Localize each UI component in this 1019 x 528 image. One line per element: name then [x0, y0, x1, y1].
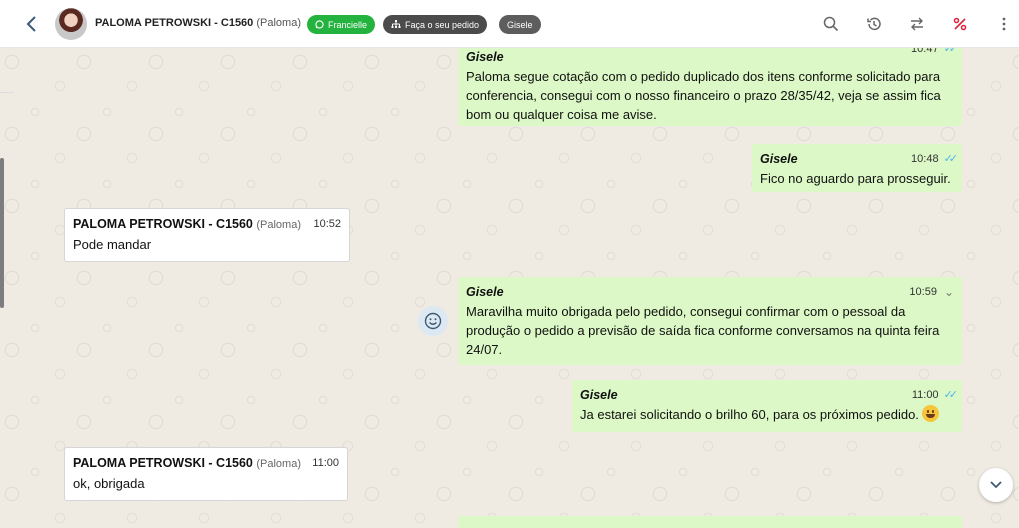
message-sender-nick: (Paloma) [256, 219, 301, 231]
message-text: ok, obrigada [73, 476, 145, 491]
message-time: 11:00 [911, 389, 939, 401]
chat-area[interactable]: Gisele 10:47 ✓✓ Paloma segue cotação com… [0, 48, 1019, 528]
message-meta: 11:00 ✓✓ [911, 386, 959, 405]
message-incoming[interactable]: PALOMA PETROWSKI - C1560 (Paloma) 10:52 … [64, 208, 350, 262]
double-check-icon: ✓✓ [943, 389, 959, 401]
message-sender: PALOMA PETROWSKI - C1560 (Paloma) [73, 454, 339, 474]
message-time: 10:52 [313, 218, 341, 230]
message-sender-name: PALOMA PETROWSKI - C1560 [73, 217, 253, 231]
message-sender: PALOMA PETROWSKI - C1560 (Paloma) [73, 215, 341, 235]
grinning-face-emoji [921, 405, 939, 422]
message-outgoing-partial[interactable] [458, 516, 962, 528]
history-button[interactable] [864, 14, 884, 34]
double-check-icon: ✓✓ [943, 153, 959, 165]
search-icon [823, 16, 839, 32]
message-sender: Gisele [466, 50, 504, 64]
discount-button[interactable] [950, 14, 970, 34]
message-text: Ja estarei solicitando o brilho 60, para… [580, 407, 919, 422]
message-time: 11:00 [312, 457, 339, 469]
more-options-button[interactable] [994, 14, 1014, 34]
message-meta: 10:59 ⌄ [909, 283, 954, 302]
divider [0, 92, 14, 93]
message-text: Pode mandar [73, 237, 152, 252]
message-sender: Gisele [466, 285, 504, 299]
message-meta: 10:52 [313, 215, 341, 234]
whatsapp-tag-label: Francielle [328, 19, 368, 30]
chevron-left-icon [26, 16, 36, 32]
reaction-button[interactable] [418, 306, 448, 336]
order-tag[interactable]: Faça o seu pedido [383, 15, 488, 34]
message-time: 10:47 [911, 48, 939, 55]
message-text-wrap: Ja estarei solicitando o brilho 60, para… [580, 405, 954, 424]
message-sender-nick: (Paloma) [256, 458, 301, 470]
back-button[interactable] [20, 12, 44, 36]
history-icon [867, 17, 881, 31]
contact-name[interactable]: PALOMA PETROWSKI - C1560 (Paloma) [95, 17, 301, 29]
contact-nick: (Paloma) [256, 17, 301, 29]
message-time: 10:48 [911, 153, 939, 165]
agent-tag-label: Gisele [507, 19, 533, 30]
message-sender: Gisele [580, 388, 618, 402]
message-sender-name: PALOMA PETROWSKI - C1560 [73, 456, 253, 470]
message-text: Maravilha muito obrigada pelo pedido, co… [466, 304, 940, 357]
chevron-down-icon[interactable]: ⌄ [944, 283, 954, 302]
transfer-button[interactable] [907, 14, 927, 34]
message-outgoing[interactable]: Gisele 10:59 ⌄ Maravilha muito obrigada … [458, 277, 962, 365]
message-incoming[interactable]: PALOMA PETROWSKI - C1560 (Paloma) 11:00 … [64, 447, 348, 501]
scrollbar[interactable] [0, 158, 4, 308]
whatsapp-tag[interactable]: Francielle [307, 15, 376, 34]
message-outgoing[interactable]: Gisele 10:48 ✓✓ Fico no aguardo para pro… [752, 144, 962, 192]
whatsapp-icon [315, 20, 324, 29]
message-text: Paloma segue cotação com o pedido duplic… [466, 69, 941, 122]
smiley-icon [424, 312, 442, 330]
double-check-icon: ✓✓ [943, 48, 959, 55]
message-outgoing[interactable]: Gisele 11:00 ✓✓ Ja estarei solicitando o… [572, 380, 962, 432]
more-vertical-icon [1002, 17, 1006, 31]
transfer-icon [911, 17, 923, 31]
message-meta: 10:48 ✓✓ [911, 150, 959, 169]
scroll-to-bottom-button[interactable] [979, 468, 1013, 502]
percent-icon [953, 17, 967, 31]
message-meta: 10:47 ✓✓ [911, 48, 959, 59]
contact-name-text: PALOMA PETROWSKI - C1560 [95, 17, 254, 29]
avatar[interactable] [55, 8, 87, 40]
message-meta: 11:00 [312, 454, 339, 473]
agent-tag[interactable]: Gisele [499, 15, 541, 34]
sitemap-icon [391, 20, 401, 28]
chevron-down-icon [990, 481, 1002, 489]
order-tag-label: Faça o seu pedido [405, 19, 480, 30]
chat-header: PALOMA PETROWSKI - C1560 (Paloma) Franci… [0, 0, 1019, 48]
message-time: 10:59 [909, 286, 937, 298]
message-outgoing[interactable]: Gisele 10:47 ✓✓ Paloma segue cotação com… [458, 48, 962, 126]
message-text: Fico no aguardo para prosseguir. [760, 171, 951, 186]
search-button[interactable] [821, 14, 841, 34]
